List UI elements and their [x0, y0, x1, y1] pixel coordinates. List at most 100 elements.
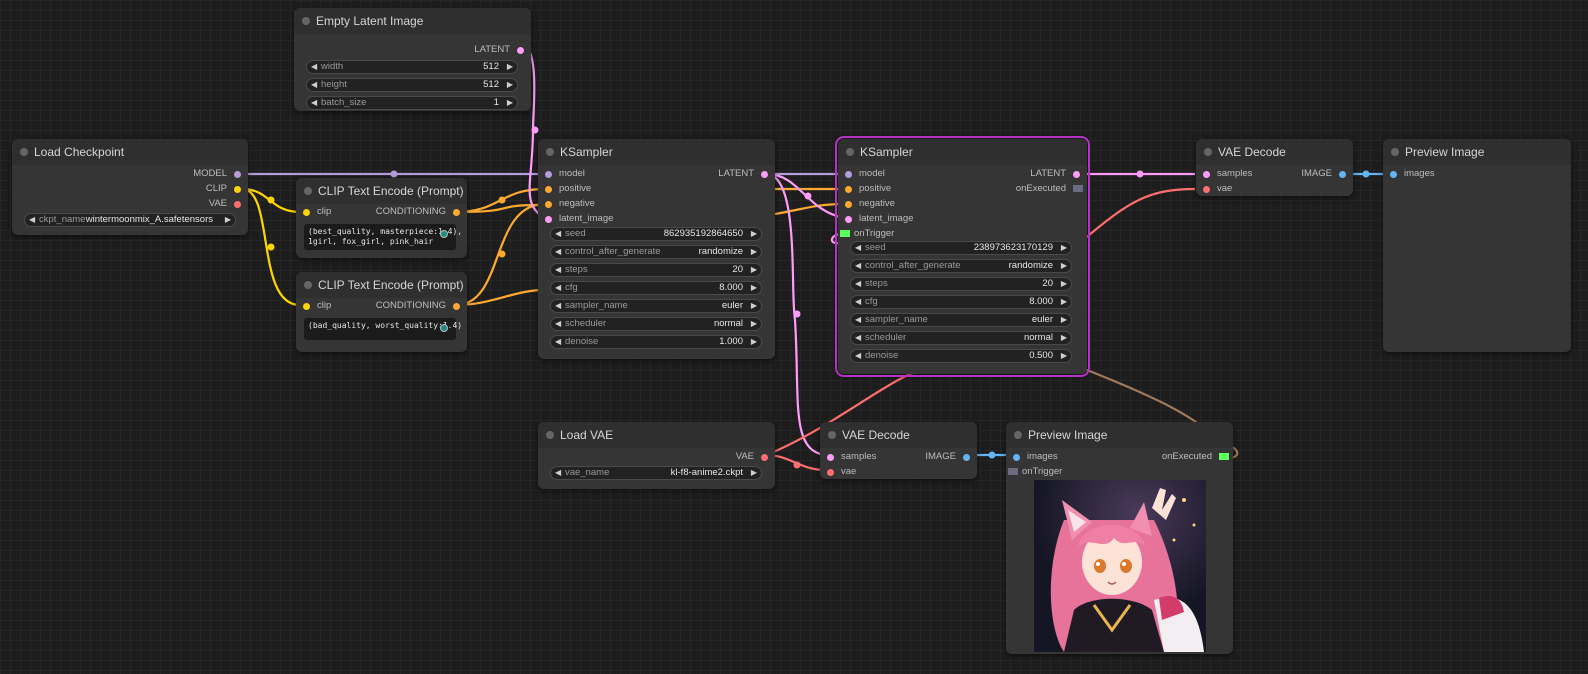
slot-dot-icon[interactable] — [845, 200, 852, 208]
collapse-dot-icon[interactable] — [304, 281, 312, 289]
node-title[interactable]: KSampler — [838, 139, 1087, 165]
arrow-left-icon[interactable]: ◀ — [555, 318, 561, 330]
node-title[interactable]: CLIP Text Encode (Prompt) — [296, 178, 467, 204]
collapse-dot-icon[interactable] — [546, 431, 554, 439]
node-clip-text-encode-negative[interactable]: CLIP Text Encode (Prompt) clip CONDITION… — [296, 272, 467, 352]
arrow-right-icon[interactable]: ▶ — [751, 300, 757, 312]
arrow-left-icon[interactable]: ◀ — [555, 228, 561, 240]
steps-widget[interactable]: ◀ steps 20 ▶ — [850, 277, 1072, 291]
seed-widget[interactable]: ◀ seed 238973623170129 ▶ — [850, 241, 1072, 255]
slot-dot-icon[interactable] — [545, 170, 552, 178]
input-samples[interactable]: samples — [827, 450, 876, 464]
output-latent[interactable]: LATENT — [718, 167, 768, 181]
steps-widget[interactable]: ◀ steps 20 ▶ — [550, 263, 762, 277]
node-title[interactable]: Load Checkpoint — [12, 139, 248, 165]
input-negative[interactable]: negative — [545, 197, 595, 211]
denoise-widget[interactable]: ◀ denoise 0.500 ▶ — [850, 349, 1072, 363]
slot-dot-icon[interactable] — [1013, 453, 1020, 461]
arrow-right-icon[interactable]: ▶ — [751, 467, 757, 479]
slot-dot-icon[interactable] — [234, 200, 241, 208]
output-on-executed[interactable]: onExecuted — [1162, 450, 1229, 464]
input-model[interactable]: model — [845, 167, 885, 181]
arrow-left-icon[interactable]: ◀ — [29, 214, 35, 226]
slot-dot-icon[interactable] — [234, 185, 241, 193]
input-clip[interactable]: clip — [303, 205, 331, 219]
arrow-right-icon[interactable]: ▶ — [1061, 314, 1067, 326]
node-vae-decode-bottom[interactable]: VAE Decode samples IMAGE vae — [820, 422, 977, 479]
node-preview-image-bottom[interactable]: Preview Image images onExecuted onTrigge… — [1006, 422, 1233, 654]
width-widget[interactable]: ◀ width 512 ▶ — [306, 60, 518, 74]
arrow-left-icon[interactable]: ◀ — [555, 300, 561, 312]
arrow-left-icon[interactable]: ◀ — [555, 264, 561, 276]
output-conditioning[interactable]: CONDITIONING — [376, 205, 460, 219]
slot-dot-icon[interactable] — [545, 215, 552, 223]
output-latent[interactable]: LATENT — [1030, 167, 1080, 181]
input-latent-image[interactable]: latent_image — [545, 212, 613, 226]
slot-dot-icon[interactable] — [545, 185, 552, 193]
slot-dot-icon[interactable] — [545, 200, 552, 208]
arrow-right-icon[interactable]: ▶ — [751, 282, 757, 294]
collapse-dot-icon[interactable] — [1391, 148, 1399, 156]
arrow-right-icon[interactable]: ▶ — [507, 97, 513, 109]
control-after-generate-widget[interactable]: ◀ control_after_generate randomize ▶ — [550, 245, 762, 259]
denoise-widget[interactable]: ◀ denoise 1.000 ▶ — [550, 335, 762, 349]
ckpt-name-widget[interactable]: ◀ ckpt_name wintermoonmix_A.safetensors ▶ — [24, 213, 236, 227]
collapse-dot-icon[interactable] — [546, 148, 554, 156]
node-title[interactable]: VAE Decode — [1196, 139, 1353, 165]
arrow-right-icon[interactable]: ▶ — [751, 228, 757, 240]
input-on-trigger[interactable]: onTrigger — [1008, 465, 1062, 479]
input-clip[interactable]: clip — [303, 299, 331, 313]
slot-dot-icon[interactable] — [1203, 185, 1210, 193]
arrow-right-icon[interactable]: ▶ — [751, 264, 757, 276]
slot-dot-icon[interactable] — [761, 170, 768, 178]
slot-dot-icon[interactable] — [303, 208, 310, 216]
node-title[interactable]: Empty Latent Image — [294, 8, 531, 34]
arrow-right-icon[interactable]: ▶ — [751, 318, 757, 330]
node-title[interactable]: Load VAE — [538, 422, 775, 448]
vae-name-widget[interactable]: ◀ vae_name kl-f8-anime2.ckpt ▶ — [550, 466, 762, 480]
input-samples[interactable]: samples — [1203, 167, 1252, 181]
slot-dot-icon[interactable] — [234, 170, 241, 178]
input-negative[interactable]: negative — [845, 197, 895, 211]
slot-dot-icon[interactable] — [1203, 170, 1210, 178]
arrow-right-icon[interactable]: ▶ — [1061, 242, 1067, 254]
slot-dot-icon[interactable] — [827, 468, 834, 476]
input-on-trigger[interactable]: onTrigger — [840, 227, 894, 241]
arrow-left-icon[interactable]: ◀ — [311, 61, 317, 73]
sampler-name-widget[interactable]: ◀ sampler_name euler ▶ — [550, 299, 762, 313]
node-title[interactable]: Preview Image — [1006, 422, 1233, 448]
arrow-right-icon[interactable]: ▶ — [1061, 296, 1067, 308]
toggle-icon[interactable] — [440, 324, 448, 332]
slot-dot-icon[interactable] — [963, 453, 970, 461]
prompt-textarea[interactable]: (best_quality, masterpiece:1.4), 1girl, … — [304, 224, 462, 250]
arrow-left-icon[interactable]: ◀ — [855, 278, 861, 290]
arrow-left-icon[interactable]: ◀ — [855, 314, 861, 326]
arrow-left-icon[interactable]: ◀ — [855, 260, 861, 272]
slot-dot-icon[interactable] — [303, 302, 310, 310]
node-clip-text-encode-positive[interactable]: CLIP Text Encode (Prompt) clip CONDITION… — [296, 178, 467, 258]
slot-dot-icon[interactable] — [761, 453, 768, 461]
node-load-vae[interactable]: Load VAE VAE ◀ vae_name kl-f8-anime2.ckpt ▶ — [538, 422, 775, 489]
output-image[interactable]: IMAGE — [925, 450, 970, 464]
arrow-right-icon[interactable]: ▶ — [507, 61, 513, 73]
arrow-right-icon[interactable]: ▶ — [751, 336, 757, 348]
input-vae[interactable]: vae — [827, 465, 856, 479]
input-images[interactable]: images — [1013, 450, 1058, 464]
arrow-left-icon[interactable]: ◀ — [555, 282, 561, 294]
node-ksampler-2[interactable]: KSampler model LATENT positive onExecute… — [835, 136, 1090, 377]
slot-dot-icon[interactable] — [845, 185, 852, 193]
slot-dot-icon[interactable] — [1390, 170, 1397, 178]
input-vae[interactable]: vae — [1203, 182, 1232, 196]
collapse-dot-icon[interactable] — [828, 431, 836, 439]
scheduler-widget[interactable]: ◀ scheduler normal ▶ — [850, 331, 1072, 345]
slot-dot-icon[interactable] — [453, 302, 460, 310]
arrow-left-icon[interactable]: ◀ — [855, 350, 861, 362]
seed-widget[interactable]: ◀ seed 862935192864650 ▶ — [550, 227, 762, 241]
arrow-left-icon[interactable]: ◀ — [855, 242, 861, 254]
output-latent[interactable]: LATENT — [474, 43, 524, 57]
event-slot-icon[interactable] — [1073, 185, 1083, 192]
collapse-dot-icon[interactable] — [1014, 431, 1022, 439]
height-widget[interactable]: ◀ height 512 ▶ — [306, 78, 518, 92]
cfg-widget[interactable]: ◀ cfg 8.000 ▶ — [550, 281, 762, 295]
node-title[interactable]: CLIP Text Encode (Prompt) — [296, 272, 467, 298]
